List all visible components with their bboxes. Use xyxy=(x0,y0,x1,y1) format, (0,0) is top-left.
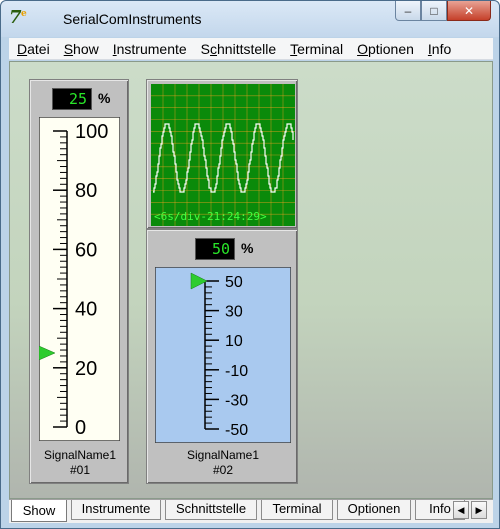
chevron-right-icon: ▶ xyxy=(475,505,483,515)
vertical-meter-id: #01 xyxy=(69,463,91,477)
app-logo-icon[interactable]: 7e xyxy=(9,7,31,29)
menu-schnittstelle[interactable]: Schnittstelle xyxy=(201,41,277,57)
vertical-meter-unit: % xyxy=(98,90,111,106)
tab-schnittstelle[interactable]: Schnittstelle xyxy=(165,500,257,520)
vertical-meter-panel[interactable]: 25 % 100 80 60 40 20 0 SignalName1 #01 xyxy=(29,79,129,484)
vertical-meter-face xyxy=(39,117,120,441)
oscilloscope-panel[interactable]: <6s/div-21:24:29> xyxy=(146,79,298,229)
vertical-meter-scale-label: 0 xyxy=(75,417,86,439)
close-icon: ✕ xyxy=(463,3,475,18)
oscilloscope-readout: <6s/div-21:24:29> xyxy=(154,210,267,223)
close-button[interactable]: ✕ xyxy=(447,1,491,21)
bar-meter-panel[interactable]: 50 % 50 30 10 -10 -30 -50 SignalName1 #02 xyxy=(146,229,298,484)
tab-instrumente[interactable]: Instrumente xyxy=(71,500,161,520)
menu-datei[interactable]: Datei xyxy=(17,41,50,57)
vertical-meter-scale-label: 60 xyxy=(75,239,97,261)
vertical-meter-signal-label: SignalName1 #01 xyxy=(30,448,130,478)
bar-meter-face xyxy=(155,267,291,443)
bar-meter-scale: 50 30 10 -10 -30 -50 xyxy=(155,267,291,443)
chevron-left-icon: ◀ xyxy=(457,505,465,515)
bar-meter-scale-label: -30 xyxy=(225,392,248,409)
bar-meter-scale-label: -50 xyxy=(225,422,248,439)
bar-meter-value: 50 xyxy=(195,238,235,260)
tab-scroll-left-button[interactable]: ◀ xyxy=(453,501,469,519)
bar-meter-signal-label: SignalName1 #02 xyxy=(147,448,299,478)
vertical-meter-signal-name: SignalName1 xyxy=(43,448,117,462)
vertical-meter-scale-label: 80 xyxy=(75,180,97,202)
tab-terminal[interactable]: Terminal xyxy=(261,500,333,520)
title-bar[interactable]: 7e SerialComInstruments – □ ✕ xyxy=(1,1,499,37)
bar-meter-scale-label: -10 xyxy=(225,363,248,380)
tab-bar: Info Optionen Terminal Schnittstelle Instrum… xyxy=(9,499,493,523)
vertical-meter-value: 25 xyxy=(52,88,92,110)
instrument-area: 25 % 100 80 60 40 20 0 SignalName1 #01 <6s/di… xyxy=(9,61,493,499)
menu-instrumente[interactable]: Instrumente xyxy=(113,41,187,57)
bar-meter-scale-label: 10 xyxy=(225,333,243,350)
bar-meter-id: #02 xyxy=(212,463,234,477)
window-title: SerialComInstruments xyxy=(63,11,202,27)
bar-meter-unit: % xyxy=(241,240,254,256)
menu-optionen[interactable]: Optionen xyxy=(357,41,414,57)
maximize-icon: □ xyxy=(430,3,438,18)
vertical-meter-scale-label: 40 xyxy=(75,299,97,321)
vertical-meter-scale-label: 100 xyxy=(75,121,108,143)
menu-terminal[interactable]: Terminal xyxy=(290,41,343,57)
menu-show[interactable]: Show xyxy=(64,41,99,57)
vertical-meter-scale-label: 20 xyxy=(75,358,97,380)
window-controls: – □ ✕ xyxy=(395,1,491,23)
oscilloscope-screen: <6s/div-21:24:29> xyxy=(151,84,295,226)
tab-optionen[interactable]: Optionen xyxy=(337,500,411,520)
minimize-button[interactable]: – xyxy=(395,1,421,21)
app-window: 7e SerialComInstruments – □ ✕ Datei Show I… xyxy=(0,0,500,529)
bar-meter-scale-label: 50 xyxy=(225,274,243,291)
maximize-button[interactable]: □ xyxy=(421,1,447,21)
menu-bar: Datei Show Instrumente Schnittstelle Termina… xyxy=(9,38,493,60)
vertical-meter-scale: 100 80 60 40 20 0 xyxy=(39,117,120,441)
tab-scroll-right-button[interactable]: ▶ xyxy=(471,501,487,519)
tab-show[interactable]: Show xyxy=(11,500,67,522)
bar-meter-signal-name: SignalName1 xyxy=(186,448,260,462)
bar-meter-scale-label: 30 xyxy=(225,304,243,321)
menu-info[interactable]: Info xyxy=(428,41,451,57)
minimize-icon: – xyxy=(404,3,412,18)
